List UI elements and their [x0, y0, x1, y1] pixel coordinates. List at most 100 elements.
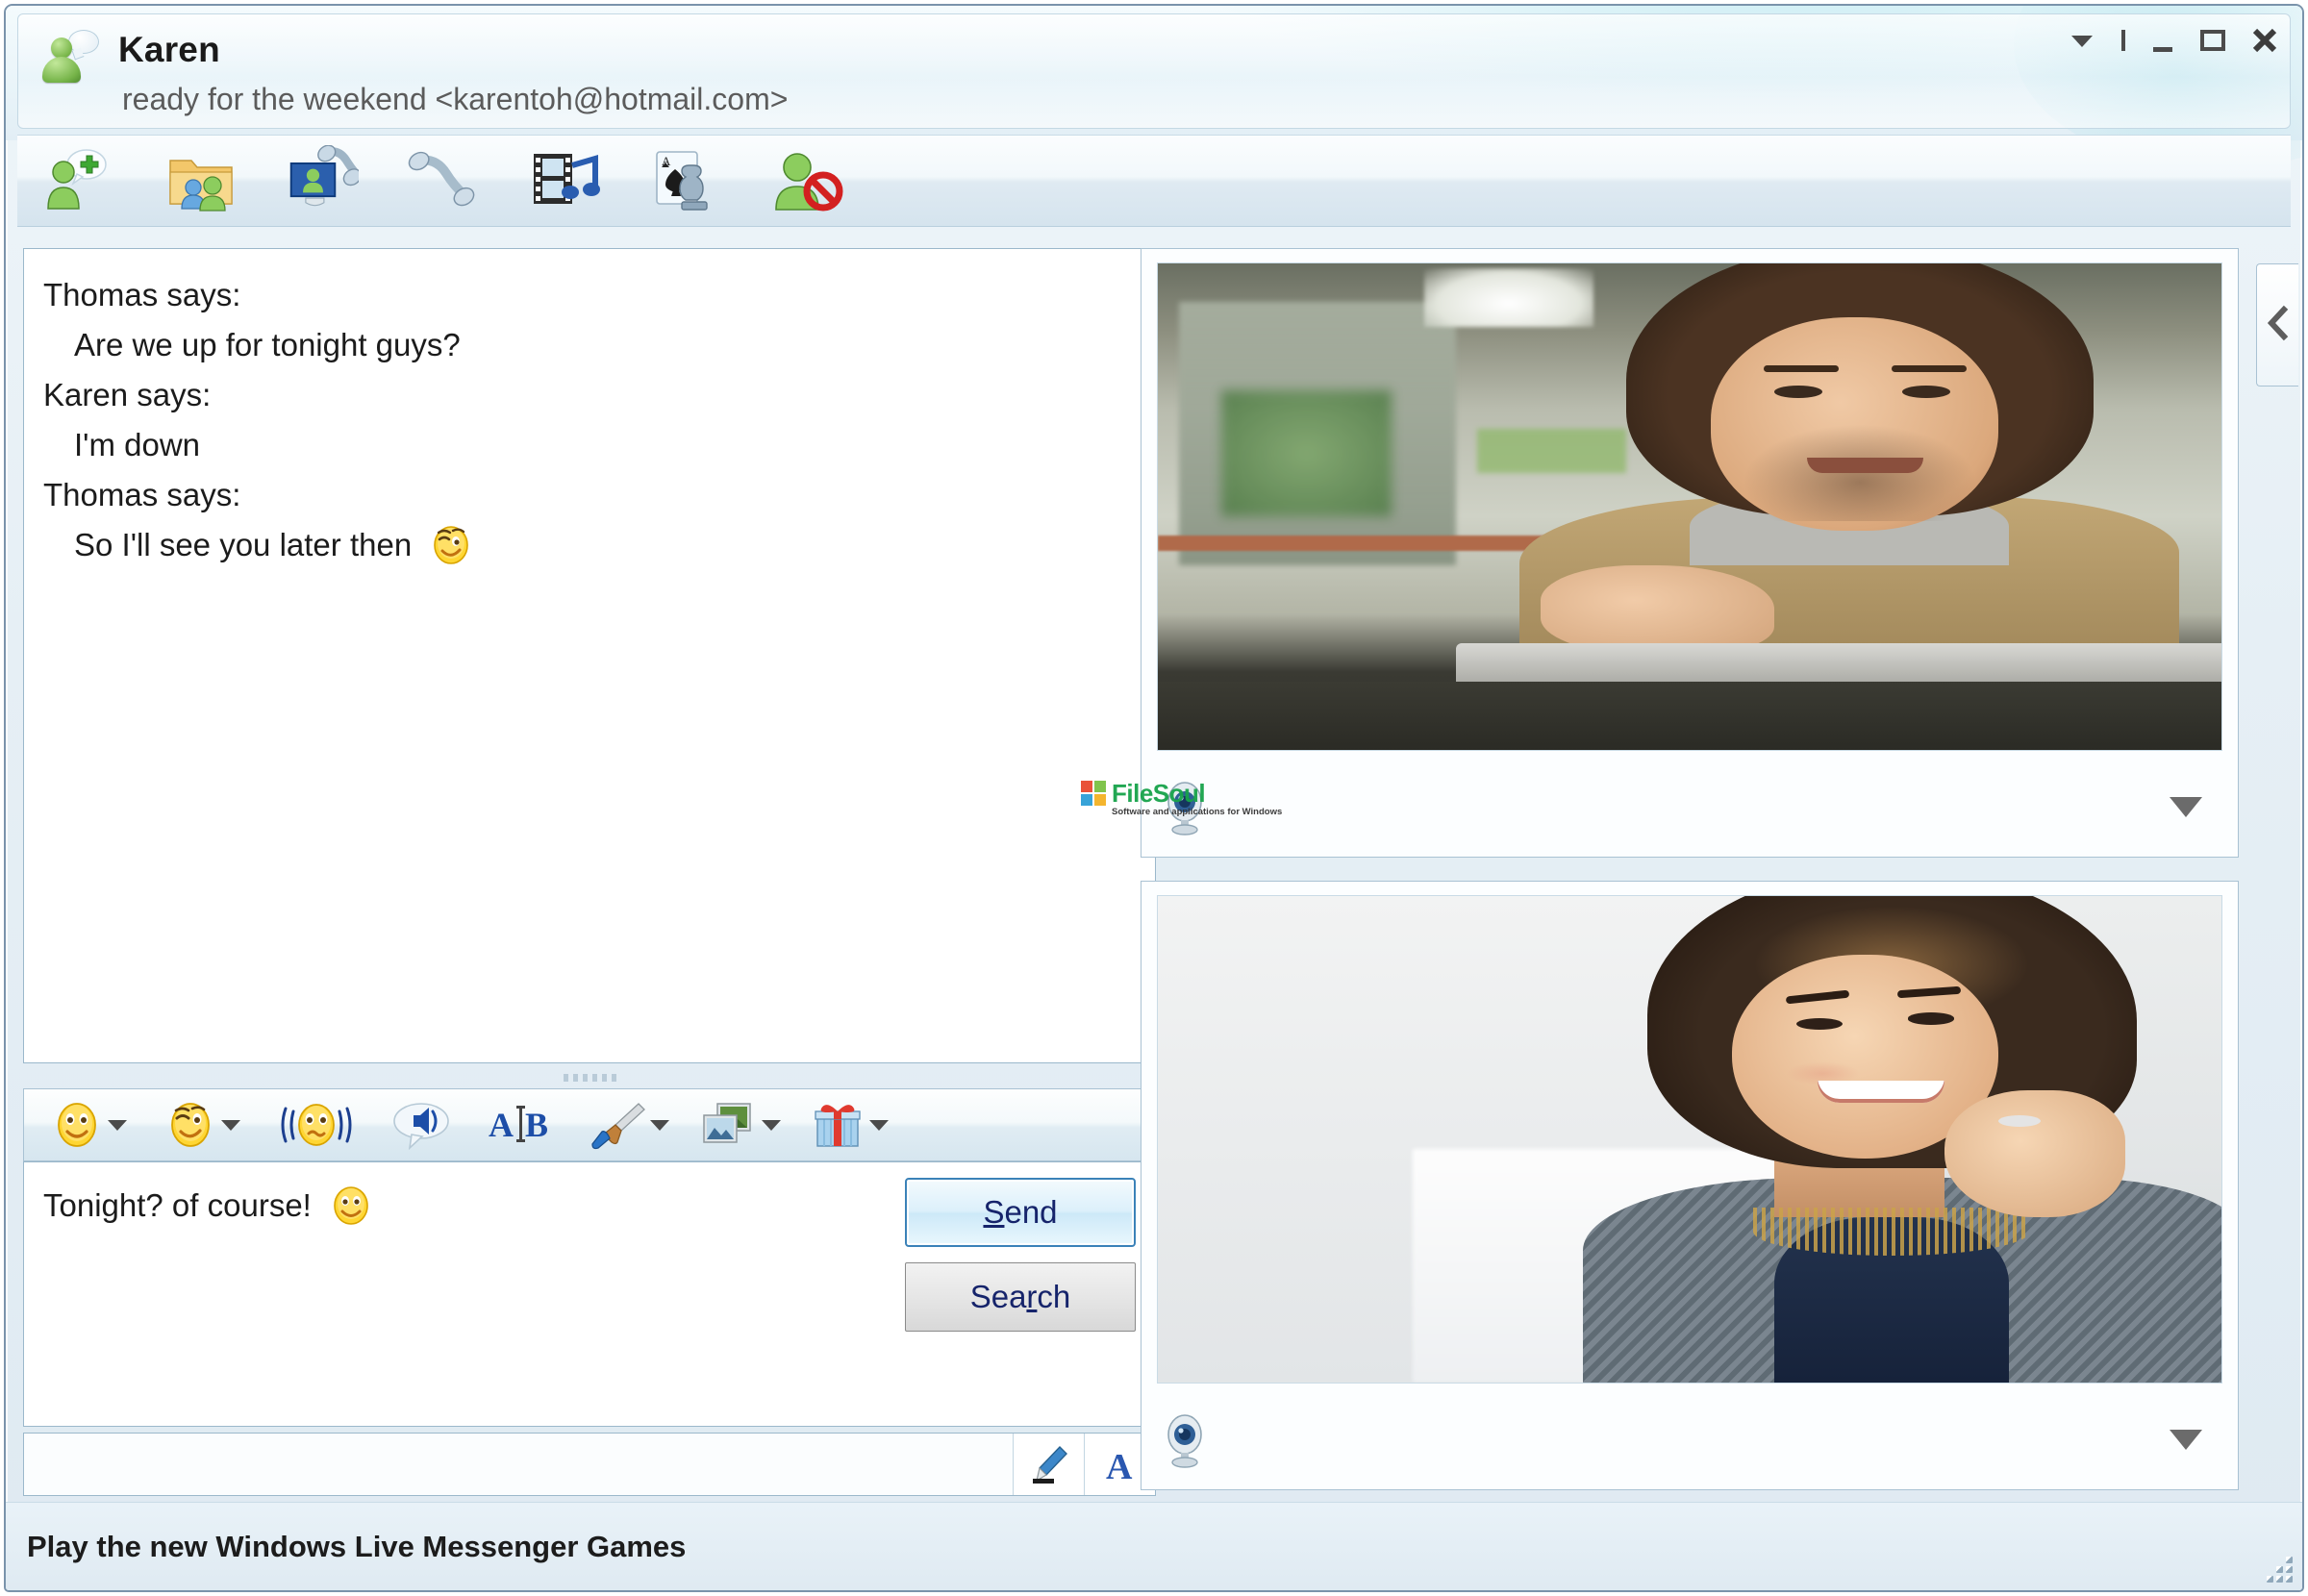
bar-icon: [2118, 24, 2129, 57]
wink-smiley-icon[interactable]: [163, 1095, 218, 1155]
speech-bubble-icon: [68, 30, 99, 54]
handwriting-input-row[interactable]: A: [23, 1433, 1156, 1496]
maximize-icon[interactable]: [2196, 24, 2229, 57]
watermark-title-soul: Soul: [1152, 779, 1206, 808]
video-column: [1141, 248, 2239, 1496]
games-card-chess-icon[interactable]: A: [648, 144, 723, 217]
collapse-panel-tab[interactable]: [2256, 263, 2298, 387]
person-block-icon[interactable]: [769, 144, 844, 217]
chevron-left-icon: [2266, 305, 2291, 346]
resize-grip[interactable]: [2260, 1550, 2293, 1583]
local-video-frame[interactable]: [1157, 895, 2222, 1384]
message-history[interactable]: Thomas says: Are we up for tonight guys?…: [23, 248, 1156, 1063]
smiley-icon: [330, 1184, 372, 1234]
webcam-icon[interactable]: [1157, 1411, 1215, 1471]
remote-video-panel: [1141, 248, 2239, 858]
message-row: So I'll see you later then: [43, 520, 1138, 580]
avatar-head: [51, 37, 72, 59]
status-bar: Play the new Windows Live Messenger Game…: [6, 1502, 2302, 1590]
emoticons-group[interactable]: [49, 1092, 130, 1158]
winks-group[interactable]: [163, 1092, 243, 1158]
photos-group[interactable]: [697, 1092, 784, 1158]
minimize-icon[interactable]: [2148, 24, 2177, 57]
chevron-down-icon[interactable]: [2066, 24, 2098, 57]
messenger-window: Karen ready for the weekend <karentoh@ho…: [4, 4, 2304, 1592]
video-call-icon[interactable]: [285, 144, 360, 217]
message-speaker: Karen says:: [43, 377, 212, 412]
avatar-body: [42, 57, 81, 83]
photos-icon[interactable]: [697, 1095, 759, 1155]
message-text: Are we up for tonight guys?: [74, 327, 461, 362]
close-icon[interactable]: [2248, 24, 2281, 57]
message-text: So I'll see you later then: [74, 527, 413, 562]
search-button[interactable]: Sea r ch: [905, 1262, 1136, 1332]
grip-dot: [591, 1074, 597, 1082]
compose-input[interactable]: Tonight? of course!: [43, 1184, 372, 1234]
send-label: end: [1004, 1194, 1058, 1230]
search-label-end: ch: [1037, 1279, 1071, 1314]
compose-value: Tonight? of course!: [43, 1187, 312, 1223]
gift-icon[interactable]: [809, 1095, 866, 1155]
grip-dot: [563, 1074, 568, 1082]
title-bar: Karen ready for the weekend <karentoh@ho…: [6, 6, 2302, 137]
smiley-icon[interactable]: [49, 1095, 105, 1155]
filesoul-watermark: FileSoul Software and applications for W…: [1081, 781, 1282, 817]
send-button[interactable]: Send: [905, 1178, 1136, 1247]
pen-icon[interactable]: [1013, 1434, 1084, 1495]
nudge-icon[interactable]: [276, 1095, 357, 1155]
contact-avatar-icon: [39, 28, 99, 87]
conversation-column: Thomas says: Are we up for tonight guys?…: [23, 248, 1156, 1496]
chevron-down-icon[interactable]: [647, 1095, 672, 1155]
svg-text:B: B: [525, 1106, 548, 1144]
chevron-down-icon[interactable]: [2167, 1426, 2222, 1458]
compose-area[interactable]: Tonight? of course! Send Sea r ch: [23, 1161, 1156, 1427]
promo-message[interactable]: Play the new Windows Live Messenger Game…: [27, 1530, 686, 1564]
phone-call-icon[interactable]: [406, 144, 481, 217]
window-controls: [2066, 19, 2281, 62]
watermark-title-file: File: [1112, 779, 1153, 808]
chevron-down-icon[interactable]: [866, 1095, 891, 1155]
message-speaker: Thomas says:: [43, 477, 241, 512]
watermark-text: FileSoul Software and applications for W…: [1112, 781, 1282, 817]
handwriting-canvas[interactable]: [24, 1434, 1013, 1495]
windows-logo-icon: [1081, 781, 1106, 806]
send-accelerator: S: [983, 1194, 1005, 1230]
person-add-icon[interactable]: [42, 144, 117, 217]
local-video-image: [1158, 896, 2221, 1383]
message-text: I'm down: [74, 427, 201, 462]
font-ab-icon[interactable]: A B: [486, 1095, 555, 1155]
remote-video-frame[interactable]: [1157, 262, 2222, 751]
paintbrush-icon[interactable]: [588, 1095, 647, 1155]
contact-name: Karen: [118, 30, 220, 69]
format-toolbar: A B: [23, 1088, 1156, 1161]
sound-bubble-icon[interactable]: [389, 1095, 453, 1155]
chevron-down-icon[interactable]: [218, 1095, 243, 1155]
grip-dot: [572, 1074, 578, 1082]
search-label-start: Sea: [969, 1279, 1027, 1314]
watermark-subtitle: Software and applications for Windows: [1112, 807, 1283, 817]
sound-group[interactable]: [389, 1092, 453, 1158]
wink-smiley-icon: [430, 523, 472, 580]
remote-video-controls: [1157, 770, 2222, 847]
grip-dot: [611, 1074, 616, 1082]
contact-status-line: ready for the weekend <karentoh@hotmail.…: [122, 82, 789, 116]
nudge-group[interactable]: [276, 1092, 357, 1158]
watermark-title: FileSoul: [1112, 781, 1282, 806]
message-speaker: Thomas says:: [43, 277, 241, 312]
font-group[interactable]: A B: [486, 1092, 555, 1158]
gift-group[interactable]: [809, 1092, 891, 1158]
shared-folder-icon[interactable]: [163, 144, 238, 217]
local-video-panel: [1141, 881, 2239, 1490]
svg-text:A: A: [1106, 1447, 1133, 1486]
film-music-icon[interactable]: [527, 144, 602, 217]
remote-video-image: [1158, 263, 2221, 750]
chevron-down-icon[interactable]: [2167, 793, 2222, 825]
search-accelerator: r: [1026, 1279, 1038, 1314]
chevron-down-icon[interactable]: [105, 1095, 130, 1155]
splitter-grip[interactable]: [23, 1067, 1156, 1088]
background-group[interactable]: [588, 1092, 672, 1158]
svg-text:A: A: [489, 1106, 514, 1144]
local-video-controls: [1157, 1403, 2222, 1480]
grip-dot: [601, 1074, 607, 1082]
chevron-down-icon[interactable]: [759, 1095, 784, 1155]
